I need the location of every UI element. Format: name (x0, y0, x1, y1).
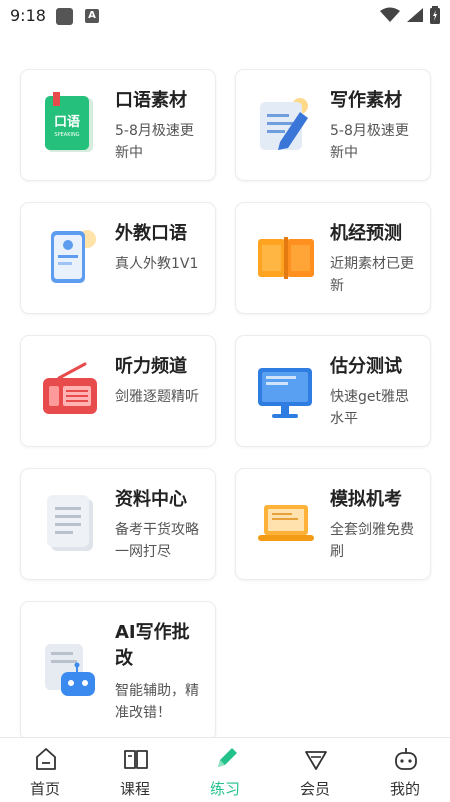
profile-robot-icon (395, 748, 417, 770)
card-listening-channel[interactable]: 听力频道 剑雅逐题精听 (20, 335, 216, 447)
card-title: AI写作批改 (115, 622, 190, 669)
svg-text:SPEAKING: SPEAKING (54, 132, 79, 138)
card-description: 备考干货攻略一网打尽 (115, 522, 199, 560)
vip-diamond-icon (305, 751, 327, 770)
nav-label: 课程 (119, 780, 150, 798)
card-title: 机经预测 (330, 223, 402, 244)
document-stack-icon (47, 495, 93, 551)
card-description: 5-8月极速更新中 (330, 123, 409, 161)
card-exam-prediction[interactable]: 机经预测 近期素材已更新 (235, 202, 431, 314)
video-phone-icon (51, 230, 96, 283)
open-book-icon (258, 237, 314, 279)
nav-item-home[interactable]: 首页 (0, 738, 90, 802)
pencil-icon (218, 748, 237, 767)
card-description: 全套剑雅免费刷 (330, 522, 414, 560)
card-resource-center[interactable]: 资料中心 备考干货攻略一网打尽 (20, 468, 216, 580)
card-title: 听力频道 (115, 356, 187, 377)
radio-icon (43, 362, 97, 414)
bottom-nav: 首页 课程 练习 会员 我的 (0, 737, 450, 802)
course-book-icon (124, 750, 148, 769)
laptop-icon (258, 505, 314, 541)
card-description: 真人外教1V1 (115, 256, 199, 272)
speaking-book-icon: 口语 SPEAKING (45, 92, 93, 152)
card-ai-writing-correction[interactable]: AI写作批改 智能辅助，精准改错！ (20, 601, 216, 741)
card-title: 外教口语 (115, 223, 187, 244)
card-title: 资料中心 (115, 489, 187, 510)
nav-item-practice[interactable]: 练习 (180, 738, 270, 802)
card-title: 写作素材 (330, 90, 402, 111)
card-title: 模拟机考 (330, 489, 402, 510)
card-score-estimate[interactable]: 估分测试 快速get雅思水平 (235, 335, 431, 447)
nav-item-vip[interactable]: 会员 (270, 738, 360, 802)
nav-item-course[interactable]: 课程 (90, 738, 180, 802)
practice-grid: 口语 SPEAKING 口语素材 5-8月极速更新中 写作素材 5-8月极速更新… (0, 0, 450, 801)
nav-label: 首页 (29, 780, 60, 798)
nav-label: 会员 (299, 780, 330, 798)
card-description: 5-8月极速更新中 (115, 123, 194, 161)
nav-label: 练习 (209, 780, 240, 798)
home-icon (36, 748, 56, 770)
card-mock-exam[interactable]: 模拟机考 全套剑雅免费刷 (235, 468, 431, 580)
svg-text:口语: 口语 (54, 115, 80, 130)
card-description: 剑雅逐题精听 (115, 389, 199, 405)
card-description: 近期素材已更新 (330, 256, 414, 294)
ai-robot-icon (45, 644, 95, 696)
card-title: 估分测试 (330, 356, 402, 377)
card-description: 智能辅助，精准改错！ (115, 683, 199, 721)
nav-item-profile[interactable]: 我的 (360, 738, 450, 802)
nav-label: 我的 (389, 780, 420, 798)
card-title: 口语素材 (115, 90, 187, 111)
card-description: 快速get雅思水平 (330, 389, 409, 427)
card-writing-materials[interactable]: 写作素材 5-8月极速更新中 (235, 69, 431, 181)
card-speaking-materials[interactable]: 口语 SPEAKING 口语素材 5-8月极速更新中 (20, 69, 216, 181)
card-foreign-teacher[interactable]: 外教口语 真人外教1V1 (20, 202, 216, 314)
monitor-icon (258, 368, 312, 418)
writing-document-icon (260, 98, 308, 150)
